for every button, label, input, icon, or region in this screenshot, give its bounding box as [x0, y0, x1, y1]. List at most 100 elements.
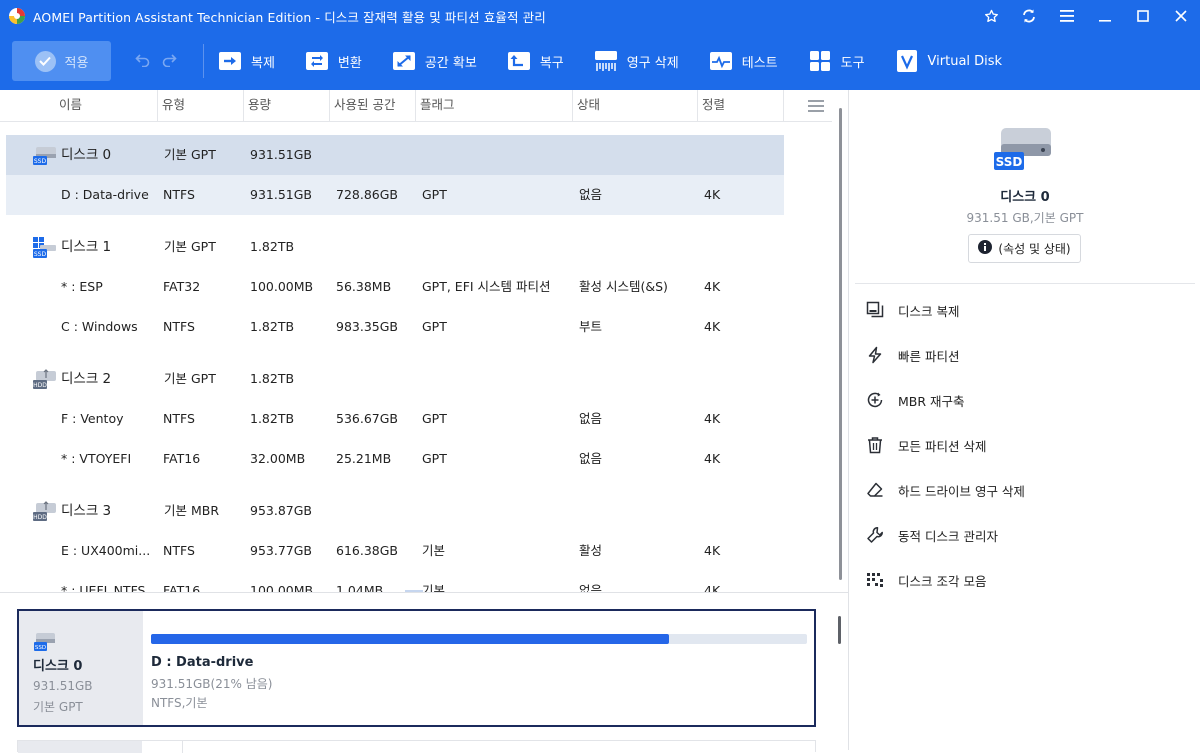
selected-disk-name: 디스크 0: [1000, 190, 1050, 205]
svg-text:HDD: HDD: [33, 382, 47, 389]
row-status: 없음: [579, 451, 603, 466]
column-header-name[interactable]: 이름: [55, 90, 158, 122]
row-used: 56.38MB: [336, 279, 392, 294]
table-scrollbar[interactable]: [833, 90, 848, 592]
partition-row[interactable]: * : ESP FAT32 100.00MB 56.38MB GPT, EFI …: [6, 267, 784, 307]
row-capacity: 1.82TB: [250, 371, 295, 386]
column-settings-icon[interactable]: [808, 98, 824, 112]
disk-map-disk-info[interactable]: SSD 디스크 0 931.51GB 기본 GPT: [19, 611, 143, 725]
row-status: 활성 시스템(&S): [579, 279, 668, 294]
column-header-type[interactable]: 유형: [158, 90, 244, 122]
tool-tools-button[interactable]: 도구: [808, 41, 865, 81]
rebuild-mbr-icon: [865, 390, 885, 410]
row-name: 디스크 3: [61, 503, 112, 519]
undo-icon[interactable]: [135, 52, 151, 71]
properties-button[interactable]: (속성 및 상태): [968, 234, 1081, 263]
partition-row[interactable]: E : UX400mi... NTFS 953.77GB 616.38GB 기본…: [6, 531, 784, 571]
disk-row[interactable]: SSD 디스크 0 기본 GPT 931.51GB: [6, 135, 784, 175]
table-scrollbar-thumb[interactable]: [839, 108, 842, 580]
row-capacity: 100.00MB: [250, 583, 314, 592]
row-alignment: 4K: [704, 583, 721, 592]
apply-button[interactable]: 적용: [12, 41, 111, 81]
redo-icon[interactable]: [161, 52, 177, 71]
row-status: 부트: [579, 319, 603, 334]
tool-clone-button[interactable]: 복제: [218, 41, 275, 81]
column-header-status[interactable]: 상태: [573, 90, 698, 122]
disk-row[interactable]: HDD 디스크 2 기본 GPT 1.82TB: [6, 359, 784, 399]
op-wipe-hard-drive[interactable]: 하드 드라이브 영구 삭제: [865, 478, 1025, 502]
row-capacity: 1.82TB: [250, 319, 295, 334]
ssd-windows-icon: SSD: [32, 236, 58, 260]
tool-recover-button[interactable]: 복구: [507, 41, 564, 81]
column-header-capacity[interactable]: 용량: [244, 90, 330, 122]
star-icon[interactable]: [972, 0, 1010, 32]
recover-icon: [507, 49, 531, 73]
partition-usage-fill: [151, 634, 670, 644]
convert-icon: [305, 49, 329, 73]
maximize-icon[interactable]: [1124, 0, 1162, 32]
partition-row[interactable]: * : VTOYEFI FAT16 32.00MB 25.21MB GPT 없음…: [6, 439, 784, 479]
tool-label: 복구: [539, 55, 564, 71]
partition-row[interactable]: F : Ventoy NTFS 1.82TB 536.67GB GPT 없음 4…: [6, 399, 784, 439]
disk-map-card[interactable]: [17, 740, 816, 753]
partition-row[interactable]: D : Data-drive NTFS 931.51GB 728.86GB GP…: [6, 175, 784, 215]
hdd-usb-icon: HDD: [32, 368, 58, 392]
operations-panel: SSD 디스크 0 931.51 GB,기본 GPT (속성 및 상태) 디스크…: [848, 90, 1200, 750]
test-icon: [709, 49, 733, 73]
op-dynamic-disk-manager[interactable]: 동적 디스크 관리자: [865, 523, 998, 547]
menu-icon[interactable]: [1048, 0, 1086, 32]
op-disk-clone[interactable]: 디스크 복제: [865, 298, 959, 322]
virtual-disk-icon: [895, 49, 919, 73]
wrench-icon: [865, 525, 885, 545]
row-capacity: 32.00MB: [250, 451, 306, 466]
disk-map-card[interactable]: SSD 디스크 0 931.51GB 기본 GPT D : Data-drive…: [17, 609, 816, 727]
row-alignment: 4K: [704, 543, 721, 558]
disk-clone-icon: [865, 300, 885, 320]
toolbar-separator: [203, 44, 204, 78]
row-name: C : Windows: [61, 319, 138, 334]
op-disk-defrag[interactable]: 디스크 조각 모음: [865, 568, 986, 592]
partition-filesystem: NTFS,기본: [151, 696, 208, 710]
refresh-icon[interactable]: [1010, 0, 1048, 32]
row-type: FAT32: [163, 279, 201, 294]
row-name: * : VTOYEFI: [61, 451, 132, 466]
tool-free-space-button[interactable]: 공간 확보: [392, 41, 477, 81]
partition-row[interactable]: * : UEFI_NTFS FAT16 100.00MB 1.04MB 기본 없…: [6, 571, 784, 592]
tool-test-button[interactable]: 테스트: [709, 41, 778, 81]
disk-map-scrollbar-thumb[interactable]: [838, 616, 841, 644]
disk-map-panel: SSD 디스크 0 931.51GB 기본 GPT D : Data-drive…: [0, 590, 848, 753]
column-header-flags[interactable]: 플래그: [416, 90, 573, 122]
row-flags: GPT, EFI 시스템 파티션: [422, 279, 551, 294]
hdd-usb-icon: HDD: [32, 500, 58, 524]
close-icon[interactable]: [1162, 0, 1200, 32]
row-type: NTFS: [163, 411, 195, 426]
row-used: 728.86GB: [336, 187, 398, 202]
partition-row[interactable]: C : Windows NTFS 1.82TB 983.35GB GPT 부트 …: [6, 307, 784, 347]
row-flags: 기본: [422, 583, 446, 592]
trash-icon: [865, 435, 885, 455]
ssd-large-icon: SSD: [993, 124, 1055, 172]
tool-wipe-button[interactable]: 영구 삭제: [594, 41, 679, 81]
column-header-used[interactable]: 사용된 공간: [330, 90, 416, 122]
tool-label: Virtual Disk: [927, 53, 1003, 69]
disk-row[interactable]: SSD 디스크 1 기본 GPT 1.82TB: [6, 227, 784, 267]
op-rebuild-mbr[interactable]: MBR 재구축: [865, 388, 965, 412]
tool-convert-button[interactable]: 변환: [305, 41, 362, 81]
op-label: 동적 디스크 관리자: [898, 528, 998, 544]
row-capacity: 953.77GB: [250, 543, 312, 558]
svg-text:SSD: SSD: [996, 155, 1023, 169]
row-capacity: 1.82TB: [250, 239, 295, 254]
row-type: NTFS: [163, 319, 195, 334]
splitter-handle[interactable]: [405, 590, 423, 592]
column-header-alignment[interactable]: 정렬: [698, 90, 784, 122]
wipe-icon: [594, 49, 618, 73]
disk-map-partition[interactable]: D : Data-drive 931.51GB(21% 남음) NTFS,기본: [151, 611, 811, 725]
op-delete-all-partitions[interactable]: 모든 파티션 삭제: [865, 433, 986, 457]
panel-divider: [855, 283, 1195, 284]
tool-virtual-disk-button[interactable]: Virtual Disk: [895, 41, 1003, 81]
tool-label: 변환: [337, 55, 362, 71]
op-quick-partition[interactable]: 빠른 파티션: [865, 343, 959, 367]
minimize-icon[interactable]: [1086, 0, 1124, 32]
row-capacity: 931.51GB: [250, 147, 312, 162]
disk-row[interactable]: HDD 디스크 3 기본 MBR 953.87GB: [6, 491, 784, 531]
